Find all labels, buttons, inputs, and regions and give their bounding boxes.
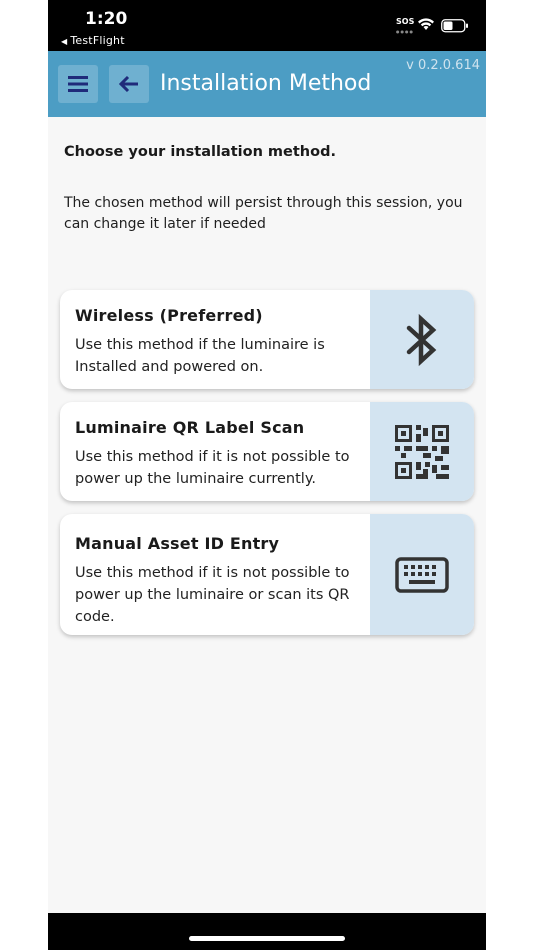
menu-button[interactable] [58, 65, 98, 103]
wifi-icon [418, 18, 434, 30]
sos-indicator: SOS [396, 17, 415, 26]
home-indicator-area [48, 913, 486, 950]
card-title: Manual Asset ID Entry [75, 534, 280, 553]
app-screen: 1:20 ◀ TestFlight SOS ●●●● Installation … [48, 0, 486, 950]
keyboard-icon [395, 556, 449, 593]
page-title: Installation Method [160, 71, 372, 96]
version-label: v 0.2.0.614 [406, 58, 480, 73]
bluetooth-icon [406, 313, 437, 366]
qr-code-icon [395, 424, 449, 479]
back-app-label: TestFlight [70, 34, 125, 47]
back-button[interactable] [109, 65, 149, 103]
back-triangle-icon: ◀ [61, 37, 68, 46]
home-indicator[interactable] [189, 936, 345, 941]
battery-icon [441, 19, 468, 33]
section-heading: Choose your installation method. [64, 144, 336, 160]
app-header: Installation Method v 0.2.0.614 [48, 51, 486, 117]
card-icon-panel [370, 514, 474, 635]
card-text: Manual Asset ID Entry Use this method if… [75, 534, 355, 628]
card-description: Use this method if it is not possible to… [75, 565, 350, 625]
card-text: Luminaire QR Label Scan Use this method … [75, 418, 355, 490]
method-card-manual-entry[interactable]: Manual Asset ID Entry Use this method if… [60, 514, 474, 635]
signal-dots-icon: ●●●● [396, 29, 414, 34]
method-card-qr-scan[interactable]: Luminaire QR Label Scan Use this method … [60, 402, 474, 501]
section-description: The chosen method will persist through t… [64, 195, 463, 232]
card-title: Wireless (Preferred) [75, 306, 263, 325]
method-card-wireless[interactable]: Wireless (Preferred) Use this method if … [60, 290, 474, 389]
card-title: Luminaire QR Label Scan [75, 418, 305, 437]
arrow-left-icon [119, 75, 138, 93]
status-time: 1:20 [85, 9, 128, 29]
card-icon-panel [370, 402, 474, 501]
back-to-app-link[interactable]: ◀ TestFlight [61, 34, 125, 47]
hamburger-menu-icon [68, 76, 88, 92]
card-text: Wireless (Preferred) Use this method if … [75, 306, 355, 378]
card-icon-panel [370, 290, 474, 389]
status-bar: 1:20 ◀ TestFlight SOS ●●●● [48, 0, 486, 51]
card-description: Use this method if it is not possible to… [75, 449, 350, 487]
card-description: Use this method if the luminaire is Inst… [75, 337, 325, 375]
